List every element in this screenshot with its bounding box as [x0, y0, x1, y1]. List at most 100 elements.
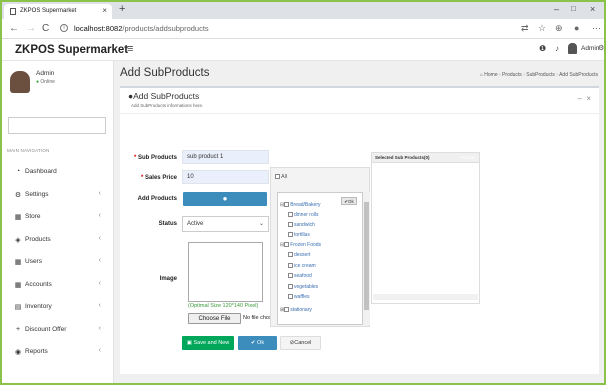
browser-tab[interactable]: ZKPOS Supermarket × [4, 4, 112, 19]
tree-scrollbar[interactable] [363, 192, 370, 325]
sub-products-input[interactable]: sub product 1 [182, 150, 269, 164]
breadcrumb-products[interactable]: Products [502, 72, 522, 78]
chevron-left-icon: ‹ [98, 189, 101, 197]
back-icon[interactable]: ← [9, 23, 19, 34]
tree-node-label: Bread/Bakery [290, 202, 321, 208]
checkbox-icon[interactable] [284, 307, 290, 313]
choose-file-button[interactable]: Choose File [188, 313, 241, 324]
accounts-icon: ▦ [14, 281, 22, 289]
checkbox-icon[interactable] [288, 232, 293, 238]
select-all-checkbox[interactable]: All [275, 174, 287, 180]
plus-icon: + [15, 325, 21, 333]
selected-panel-scrollbar[interactable] [373, 294, 478, 300]
new-tab-icon[interactable]: + [119, 3, 125, 15]
close-window-icon[interactable]: × [590, 4, 595, 14]
sidebar-item-inventory[interactable]: ▤ Inventory ‹ [2, 296, 113, 319]
checkbox-icon[interactable] [288, 273, 293, 279]
tree-node[interactable]: vegetables [288, 284, 318, 290]
checkbox-icon[interactable] [288, 263, 293, 269]
sidebar-item-label: Users [25, 258, 42, 265]
tree-node-label: vegetables [294, 284, 319, 290]
url-path: /products/addsubproducts [122, 24, 209, 33]
cancel-button[interactable]: ⊘Cancel [280, 336, 321, 350]
checkbox-icon[interactable] [284, 242, 290, 248]
checkbox-icon[interactable] [288, 284, 293, 290]
tree-node[interactable]: dessert [288, 252, 310, 258]
tree-node-label: seafood [294, 273, 312, 279]
sidebar-search-input[interactable] [8, 117, 106, 134]
user-avatar[interactable] [568, 43, 577, 54]
ok-button[interactable]: ✔ Ok [238, 336, 277, 350]
tree-node[interactable]: sandwich [288, 222, 315, 228]
chevron-left-icon: ‹ [98, 324, 101, 332]
tree-node-label: waffles [294, 294, 310, 300]
tree-node[interactable]: ⊟ Bread/Bakery [280, 202, 321, 208]
box-header: ●Add SubProducts Add SubProducts informa… [120, 88, 599, 114]
tree-node[interactable]: ⊟ Frozen Foods [280, 242, 321, 248]
tree-node-label: ice cream [294, 263, 316, 269]
sidebar-item-label: Dashboard [25, 168, 57, 175]
checkbox-icon[interactable] [284, 202, 290, 208]
app-window: ZKPOS Supermarket × + – □ × ← → C i loca… [2, 2, 604, 383]
clear-selection-button[interactable]: ✐Clear [460, 155, 475, 161]
profile-icon[interactable]: ● [574, 23, 579, 33]
box-title-text: Add SubProducts [133, 91, 200, 101]
tree-node[interactable]: tortillas [288, 232, 310, 238]
url-field[interactable]: localhost:8082/products/addsubproducts [74, 24, 209, 33]
tree-ok-button[interactable]: ✔Ok [341, 197, 357, 205]
tree-node-label: tortillas [294, 232, 310, 238]
sidebar-item-discount-offer[interactable]: + Discount Offer ‹ [2, 319, 113, 342]
forward-icon[interactable]: → [26, 23, 36, 34]
remove-box-icon[interactable]: × [586, 94, 591, 103]
minimize-icon[interactable]: – [554, 4, 559, 14]
tree-node[interactable]: ice cream [288, 263, 316, 269]
collapse-icon[interactable]: – [577, 94, 581, 103]
image-preview [188, 242, 263, 302]
url-host: localhost:8082 [74, 24, 123, 33]
tree-node[interactable]: dinner rolls [288, 212, 318, 218]
sidebar-item-store[interactable]: ▦ Store ‹ [2, 206, 113, 229]
sidebar-item-products[interactable]: ◈ Products ‹ [2, 229, 113, 252]
bookmark-star-icon[interactable]: ☆ [538, 23, 546, 34]
scrollbar-thumb[interactable] [364, 202, 369, 310]
breadcrumb-subproducts[interactable]: SubProducts [526, 72, 555, 78]
site-info-icon[interactable]: i [60, 24, 68, 32]
control-sidebar-gear-icon[interactable]: ⚙ [598, 44, 604, 52]
save-and-new-button[interactable]: ▣ Save and New [182, 336, 234, 350]
sidebar-item-label: Inventory [25, 303, 52, 310]
sidebar-item-users[interactable]: ▦ Users ‹ [2, 251, 113, 274]
checkbox-icon[interactable] [288, 212, 293, 218]
checkbox-icon[interactable] [288, 294, 293, 300]
notification-bell-icon[interactable]: ♪ [555, 44, 559, 53]
extension-icon[interactable]: ⊕ [555, 23, 563, 34]
add-products-button[interactable]: ● [183, 192, 267, 206]
sidebar: Admin ● Online MAIN NAVIGATION ◔ Dashboar… [2, 61, 114, 383]
sidebar-toggle-icon[interactable]: ≡ [127, 43, 133, 55]
selected-panel-header: Selected Sub Products(0) ✐Clear [372, 153, 479, 163]
breadcrumb-home[interactable]: Home [484, 72, 497, 78]
sidebar-item-accounts[interactable]: ▦ Accounts ‹ [2, 274, 113, 297]
main-navigation-heading: MAIN NAVIGATION [7, 148, 50, 153]
tree-node[interactable]: waffles [288, 294, 309, 300]
reload-icon[interactable]: C [42, 23, 49, 34]
sidebar-item-dashboard[interactable]: ◔ Dashboard [2, 161, 113, 184]
sidebar-item-reports[interactable]: ◉ Reports ‹ [2, 341, 113, 364]
tree-node[interactable]: seafood [288, 273, 312, 279]
maximize-icon[interactable]: □ [571, 4, 576, 13]
sidebar-item-settings[interactable]: ⚙ Settings ‹ [2, 184, 113, 207]
status-select[interactable]: Active ⌄ [182, 216, 269, 232]
image-size-hint: (Optimal Size 120*140 Pixel) [188, 303, 259, 309]
tree-node[interactable]: ⊞ stationary [280, 307, 312, 313]
toggle-circle-icon: ● [222, 194, 228, 203]
sales-price-input[interactable]: 10 [182, 170, 269, 184]
chevron-left-icon: ‹ [98, 257, 101, 264]
brand-logo[interactable]: ZKPOS Supermarket [15, 44, 128, 56]
info-circle-icon[interactable]: ❶ [539, 44, 546, 53]
checkbox-icon[interactable] [288, 252, 293, 258]
translate-icon[interactable]: ⇄ [521, 23, 529, 34]
sidebar-item-label: Accounts [25, 280, 52, 288]
close-tab-icon[interactable]: × [102, 6, 107, 15]
browser-menu-icon[interactable]: ⋯ [592, 23, 601, 34]
user-menu-label[interactable]: Admin [581, 45, 599, 52]
checkbox-icon[interactable] [288, 222, 293, 228]
